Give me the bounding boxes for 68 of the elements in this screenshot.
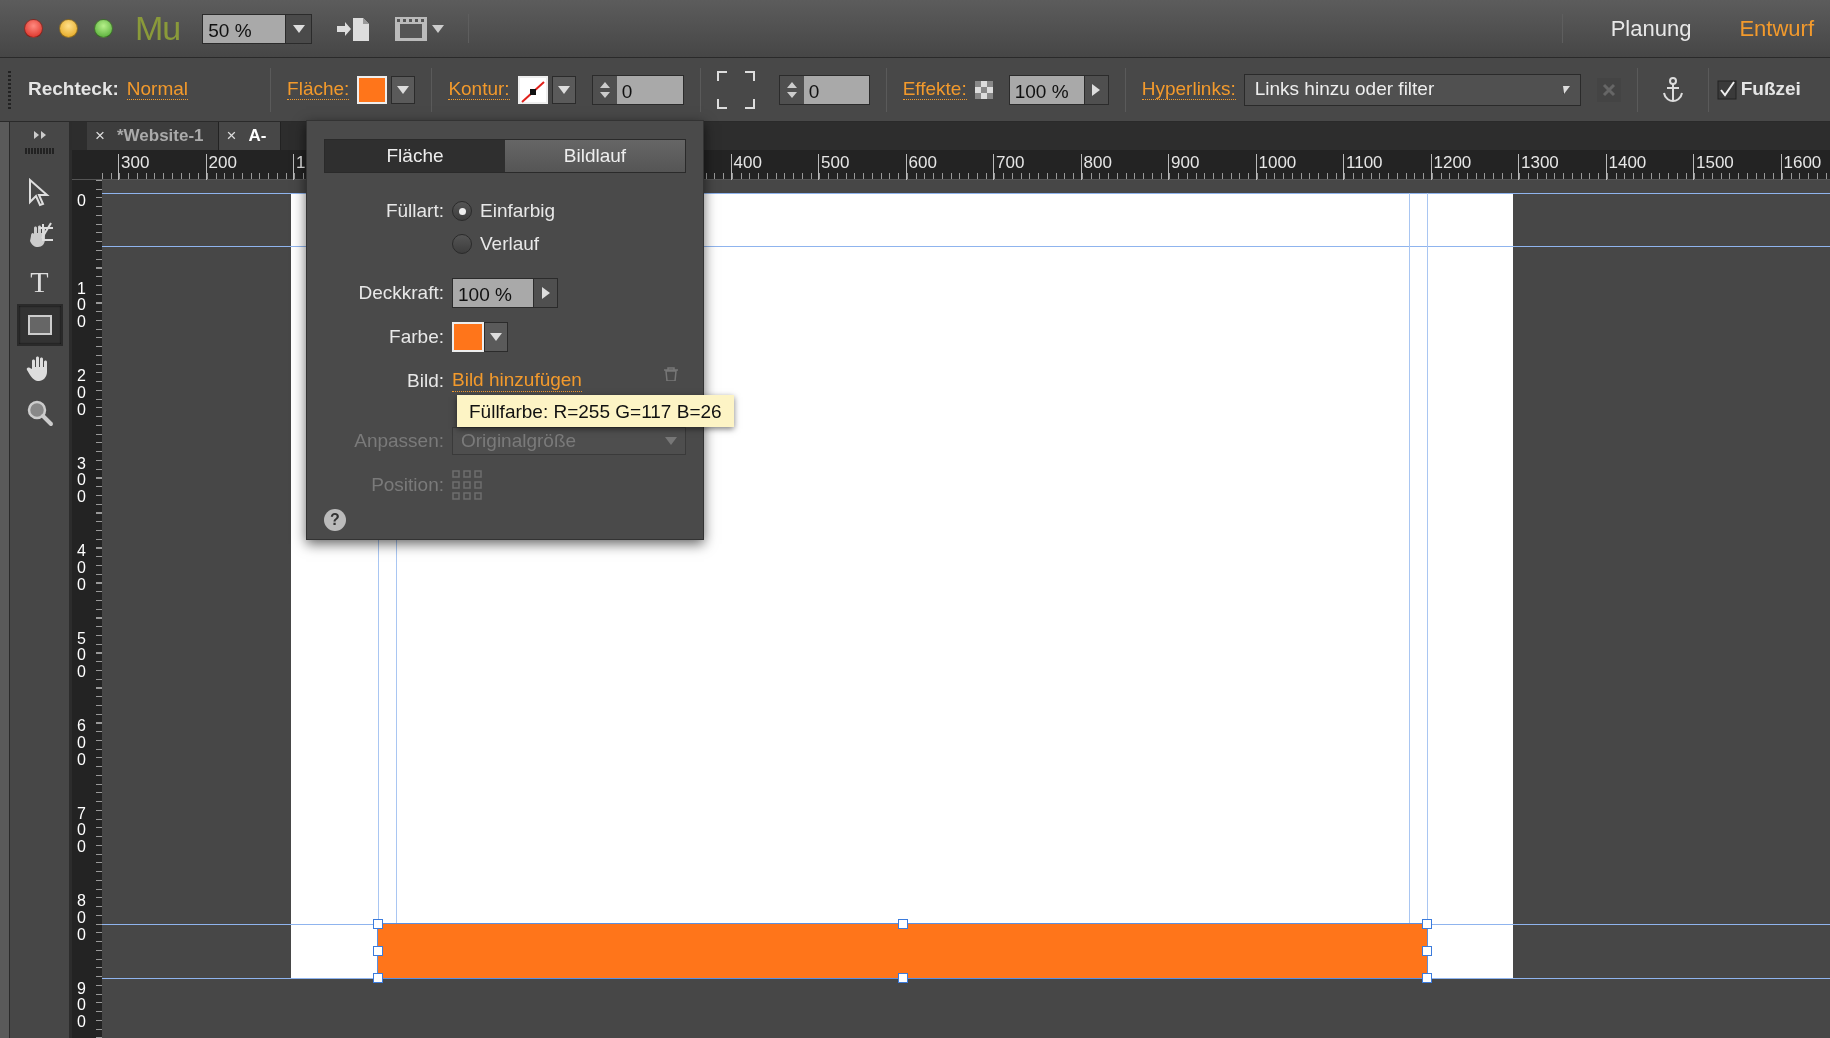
film-icon <box>394 14 429 43</box>
effects-link[interactable]: Effekte: <box>902 78 967 101</box>
resize-handle[interactable] <box>1422 973 1432 983</box>
view-dropdown[interactable] <box>394 14 445 43</box>
arrow-icon[interactable] <box>540 286 551 300</box>
radio-button[interactable] <box>452 201 472 221</box>
resize-handle[interactable] <box>373 973 383 983</box>
radio-label: Einfarbig <box>480 198 555 223</box>
opacity-field[interactable]: 100 % <box>452 278 558 308</box>
panel-tab[interactable]: Fläche <box>325 140 505 172</box>
fill-swatch[interactable] <box>357 75 388 104</box>
stroke-link[interactable]: Kontur: <box>448 78 510 101</box>
radio-button[interactable] <box>452 234 472 254</box>
resize-handle[interactable] <box>373 919 383 929</box>
workspace-tab[interactable]: Entwurf <box>1739 12 1814 45</box>
resize-handle[interactable] <box>897 973 908 983</box>
footer-label: Fußzei <box>1740 77 1801 102</box>
field-label: Füllart: <box>384 198 444 223</box>
resize-handle[interactable] <box>373 946 383 956</box>
object-type-label: Rechteck: <box>28 77 119 102</box>
checkerboard-icon <box>974 80 993 99</box>
opacity-field[interactable]: 100 % <box>1008 74 1109 105</box>
close-icon[interactable]: × <box>226 123 237 149</box>
document-tab[interactable]: × *Website-1 <box>87 122 219 150</box>
grip-icon <box>8 70 12 109</box>
tab-label: *Website-1 <box>116 125 204 148</box>
tool-button[interactable] <box>16 304 63 346</box>
minimize-button[interactable] <box>59 19 78 38</box>
field-label: Farbe: <box>388 324 444 349</box>
dropdown-button[interactable] <box>551 75 576 104</box>
document-tab[interactable]: × A- <box>218 122 282 150</box>
arrow-icon[interactable] <box>1091 82 1102 97</box>
tool-button[interactable]: T <box>16 260 63 302</box>
grip-icon <box>24 148 55 154</box>
close-icon[interactable]: × <box>95 123 105 149</box>
caret-icon <box>432 24 445 33</box>
zoom-button[interactable] <box>94 19 113 38</box>
resize-handle[interactable] <box>1422 919 1432 929</box>
resize-handle[interactable] <box>1422 946 1432 956</box>
hyperlinks-dropdown[interactable]: Links hinzu oder filter <box>1243 73 1581 106</box>
anchor-icon[interactable] <box>1661 76 1684 103</box>
add-image-link[interactable]: Bild hinzufügen <box>452 370 582 392</box>
help-button[interactable]: ? <box>324 509 346 531</box>
dropdown-button[interactable] <box>484 322 508 352</box>
checkbox[interactable] <box>1716 79 1737 100</box>
panel-tab[interactable]: Bildlauf <box>505 140 685 172</box>
field-label: Bild: <box>406 368 444 393</box>
color-swatch[interactable] <box>452 322 484 352</box>
corner-radius-field[interactable]: 0 <box>778 74 870 105</box>
dropdown-button[interactable] <box>391 75 416 104</box>
radio-label: Verlauf <box>480 231 540 256</box>
app-logo: Mu <box>135 8 181 49</box>
workspace-tab[interactable]: Planung <box>1610 12 1692 45</box>
hyperlinks-link[interactable]: Hyperlinks: <box>1141 78 1236 101</box>
zoom-combo[interactable]: 50 % <box>202 13 313 44</box>
stroke-width-field[interactable]: 0 <box>591 74 684 105</box>
field-label: Deckkraft: <box>357 280 444 305</box>
corner-icon[interactable] <box>716 70 755 109</box>
stroke-swatch[interactable] <box>517 75 548 104</box>
tab-label: A- <box>248 125 267 148</box>
caret-icon <box>292 24 305 33</box>
style-link[interactable]: Normal <box>126 78 189 101</box>
close-button[interactable] <box>24 19 43 38</box>
expand-icon[interactable] <box>32 130 47 140</box>
page-arrow-icon[interactable] <box>336 15 371 42</box>
tooltip: Füllfarbe: R=255 G=117 B=26 <box>457 395 734 427</box>
fill-link[interactable]: Fläche: <box>287 78 350 101</box>
resize-handle[interactable] <box>897 919 908 929</box>
